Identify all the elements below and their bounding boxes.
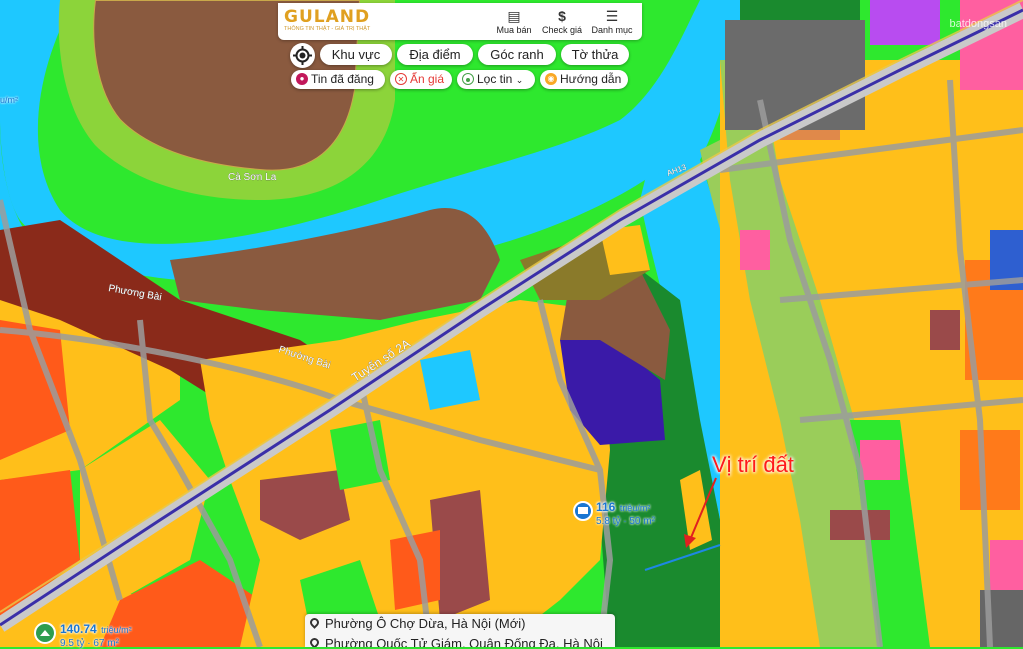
address-line-new-text: Phường Ô Chợ Dừa, Hà Nội (Mới) — [325, 616, 526, 631]
location-pin-icon — [308, 636, 321, 647]
land-location-annotation: Vị trí đất — [712, 452, 794, 477]
chip-an-gia[interactable]: ✕ Ẩn giá — [390, 70, 452, 89]
chip-dia-diem[interactable]: Địa điểm — [397, 44, 473, 65]
listing-price-1: 116 — [596, 500, 616, 514]
listing-marker-2[interactable] — [34, 622, 56, 644]
land-use-map[interactable]: Tuyến số 2A Phương Bài Phường Bài Cà Sơn… — [0, 0, 1023, 647]
chip-loc-tin[interactable]: Lọc tin ⌄ — [457, 70, 535, 89]
filter-icon — [462, 73, 474, 85]
hide-price-icon: ✕ — [395, 73, 407, 85]
post-icon: ● — [296, 73, 308, 85]
nav-mua-ban[interactable]: ▤ Mua bán — [490, 7, 538, 39]
chip-huong-dan-label: Hướng dẫn — [560, 72, 622, 86]
address-line-new[interactable]: Phường Ô Chợ Dừa, Hà Nội (Mới) — [305, 614, 615, 634]
listing-detail-2: 9.5 tỷ · 67 m² — [60, 638, 119, 649]
address-line-old-text: Phường Quốc Tử Giám, Quận Đống Đa, Hà Nộ… — [325, 636, 603, 647]
chip-tin-da-dang[interactable]: ● Tin đã đăng — [291, 70, 385, 89]
chip-huong-dan[interactable]: ◉ Hướng dẫn — [540, 70, 628, 89]
chip-to-thua[interactable]: Tờ thửa — [561, 44, 629, 65]
logo[interactable]: GULAND THÔNG TIN THẬT - GIÁ TRỊ THẬT — [284, 8, 384, 33]
address-line-old[interactable]: Phường Quốc Tử Giám, Quận Đống Đa, Hà Nộ… — [305, 634, 615, 647]
crosshair-icon — [293, 46, 312, 65]
menu-icon: ☰ — [605, 8, 619, 24]
top-bar: GULAND THÔNG TIN THẬT - GIÁ TRỊ THẬT ▤ M… — [278, 3, 642, 40]
nav-check-gia-label: Check giá — [541, 25, 583, 35]
chip-goc-ranh[interactable]: Góc ranh — [478, 44, 556, 65]
chip-khu-vuc[interactable]: Khu vực — [320, 44, 392, 65]
chip-an-gia-label: Ẩn giá — [410, 72, 445, 86]
nav-mua-ban-label: Mua bán — [496, 25, 532, 35]
chevron-down-icon: ⌄ — [515, 75, 524, 85]
road-label-ca-son-la: Cà Sơn La — [228, 172, 277, 183]
nav-check-gia[interactable]: $ Check giá — [538, 7, 586, 39]
nav-danh-muc-label: Danh mục — [591, 25, 633, 35]
listing-price-tag-1[interactable]: 116 triệu/m² 5.8 tỷ · 50 m² — [596, 498, 655, 527]
listing-price-tag-2[interactable]: 140.74 triệu/m² 9.5 tỷ · 67 m² — [60, 620, 132, 649]
locate-button[interactable] — [290, 43, 315, 68]
dollar-icon: $ — [558, 8, 566, 24]
location-pin-icon — [308, 616, 321, 629]
listing-unit-2: triệu/m² — [101, 625, 132, 635]
listing-price-2: 140.74 — [60, 622, 97, 636]
listing-detail-1: 5.8 tỷ · 50 m² — [596, 516, 655, 527]
nav-danh-muc[interactable]: ☰ Danh mục — [588, 7, 636, 39]
partial-price-label: u/m² — [0, 95, 18, 105]
address-panel: Phường Ô Chợ Dừa, Hà Nội (Mới) Phường Qu… — [305, 614, 615, 647]
building-icon: ▤ — [507, 8, 521, 24]
guide-icon: ◉ — [545, 73, 557, 85]
listing-marker-1[interactable] — [573, 501, 593, 521]
chip-tin-da-dang-label: Tin đã đăng — [311, 72, 374, 86]
listing-unit-1: triệu/m² — [619, 503, 651, 513]
watermark: batdongsan — [949, 18, 1008, 30]
chip-loc-tin-label: Lọc tin — [477, 72, 513, 86]
